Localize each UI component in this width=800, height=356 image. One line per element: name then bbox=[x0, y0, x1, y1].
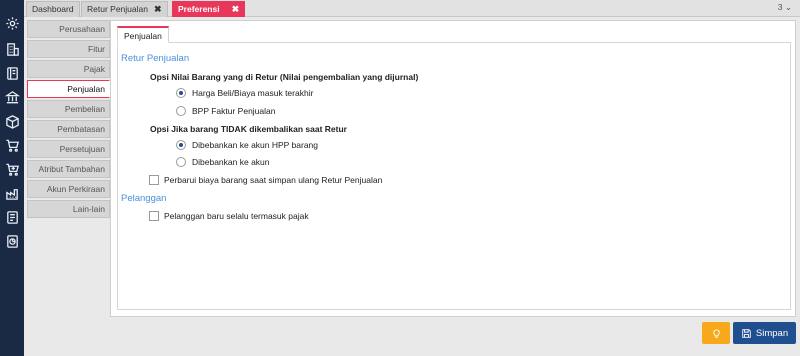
checkbox-box[interactable] bbox=[149, 175, 159, 185]
gear-icon[interactable] bbox=[3, 14, 21, 32]
nav-item-atribut-tambahan[interactable]: Atribut Tambahan bbox=[27, 160, 110, 178]
radio-label: Dibebankan ke akun HPP barang bbox=[192, 140, 319, 150]
tab-label: Retur Penjualan bbox=[87, 4, 148, 14]
radio-label: Dibebankan ke akun bbox=[192, 157, 270, 167]
cart-plus-icon[interactable] bbox=[3, 160, 21, 178]
close-icon[interactable]: ✖ bbox=[154, 4, 162, 14]
radio-indicator[interactable] bbox=[176, 157, 186, 167]
book-icon[interactable] bbox=[3, 64, 21, 82]
bank-icon[interactable] bbox=[3, 88, 21, 106]
nav-item-akun-perkiraan[interactable]: Akun Perkiraan bbox=[27, 180, 110, 198]
tab-penjualan[interactable]: Penjualan bbox=[117, 26, 169, 43]
radio-indicator[interactable] bbox=[176, 140, 186, 150]
section-retur-penjualan: Retur Penjualan bbox=[121, 53, 190, 64]
report-icon[interactable] bbox=[3, 208, 21, 226]
radio-indicator[interactable] bbox=[176, 106, 186, 116]
factory-icon[interactable] bbox=[3, 184, 21, 202]
analytics-icon[interactable] bbox=[3, 232, 21, 250]
radio-label: Harga Beli/Biaya masuk terakhir bbox=[192, 88, 314, 98]
chevron-down-icon: ⌄ bbox=[784, 2, 792, 12]
tab-label: Dashboard bbox=[32, 4, 74, 14]
tab-retur-penjualan[interactable]: Retur Penjualan ✖ bbox=[81, 1, 168, 17]
radio-akun-hpp[interactable]: Dibebankan ke akun HPP barang bbox=[176, 140, 318, 150]
save-label: Simpan bbox=[755, 327, 789, 339]
radio-akun[interactable]: Dibebankan ke akun bbox=[176, 157, 270, 167]
box-icon[interactable] bbox=[3, 112, 21, 130]
tab-preferensi[interactable]: Preferensi ✖ bbox=[172, 1, 246, 17]
nav-item-perusahaan[interactable]: Perusahaan bbox=[27, 20, 110, 38]
tab-count: 3 bbox=[777, 2, 783, 12]
tab-dashboard[interactable]: Dashboard bbox=[26, 1, 80, 17]
settings-panel: Penjualan bbox=[110, 20, 796, 317]
nav-item-pembatasan[interactable]: Pembatasan bbox=[27, 120, 110, 138]
checkbox-perbarui-biaya[interactable]: Perbarui biaya barang saat simpan ulang … bbox=[149, 175, 382, 185]
nav-item-lain-lain[interactable]: Lain-lain bbox=[27, 200, 110, 218]
nav-item-persetujuan[interactable]: Persetujuan bbox=[27, 140, 110, 158]
radio-label: BPP Faktur Penjualan bbox=[192, 106, 276, 116]
nilai-retur-heading: Opsi Nilai Barang yang di Retur (Nilai p… bbox=[150, 72, 419, 82]
tips-button[interactable] bbox=[702, 322, 730, 344]
cart-icon[interactable] bbox=[3, 136, 21, 154]
radio-bpp-faktur[interactable]: BPP Faktur Penjualan bbox=[176, 106, 275, 116]
save-button[interactable]: Simpan bbox=[733, 322, 796, 344]
lightbulb-icon bbox=[712, 328, 720, 338]
section-pelanggan: Pelanggan bbox=[121, 193, 167, 204]
checkbox-pelanggan-pajak[interactable]: Pelanggan baru selalu termasuk pajak bbox=[149, 211, 309, 221]
nav-item-pembelian[interactable]: Pembelian bbox=[27, 100, 110, 118]
nav-item-fitur[interactable]: Fitur bbox=[27, 40, 110, 58]
checkbox-label: Pelanggan baru selalu termasuk pajak bbox=[164, 211, 309, 221]
building-icon[interactable] bbox=[3, 40, 21, 58]
tab-count-dropdown[interactable]: 3 ⌄ bbox=[778, 2, 792, 13]
tab-label: Preferensi bbox=[178, 4, 220, 14]
preferences-nav: Perusahaan Fitur Pajak Penjualan Pembeli… bbox=[27, 20, 110, 220]
radio-harga-beli[interactable]: Harga Beli/Biaya masuk terakhir bbox=[176, 88, 313, 98]
radio-indicator[interactable] bbox=[176, 88, 186, 98]
nav-item-penjualan[interactable]: Penjualan bbox=[27, 80, 110, 98]
tidak-kembali-heading: Opsi Jika barang TIDAK dikembalikan saat… bbox=[150, 124, 347, 134]
save-icon bbox=[742, 328, 751, 338]
checkbox-box[interactable] bbox=[149, 211, 159, 221]
checkbox-label: Perbarui biaya barang saat simpan ulang … bbox=[164, 175, 383, 185]
close-icon[interactable]: ✖ bbox=[232, 4, 240, 14]
nav-item-pajak[interactable]: Pajak bbox=[27, 60, 110, 78]
app-rail bbox=[0, 0, 24, 356]
tab-bar: Dashboard Retur Penjualan ✖ Preferensi ✖ 3… bbox=[24, 0, 800, 17]
